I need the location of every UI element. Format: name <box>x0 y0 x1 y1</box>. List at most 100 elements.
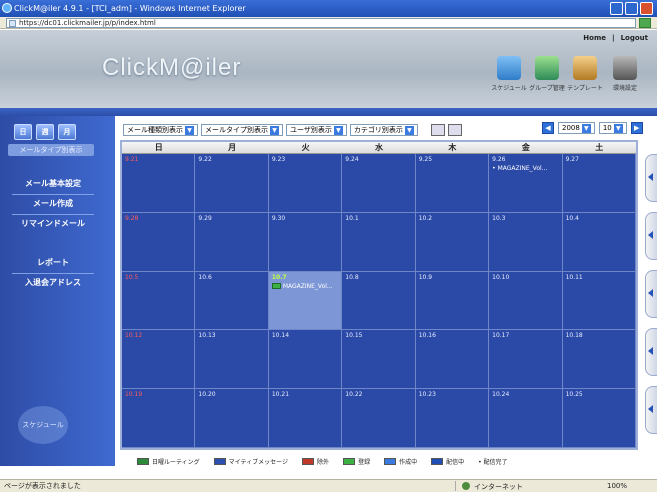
calendar-date: 10.7 <box>271 273 287 281</box>
calendar-day[interactable]: 10.15 <box>342 330 416 390</box>
calendar-day[interactable]: 10.3 <box>489 212 563 272</box>
calendar-day[interactable]: 9.21 <box>122 154 196 213</box>
ie-icon <box>2 3 12 13</box>
calendar-day[interactable]: 9.29 <box>195 212 269 272</box>
header-schedule[interactable]: スケジュール <box>490 56 528 92</box>
calendar-day[interactable]: 10.18 <box>562 330 636 390</box>
calendar-day[interactable]: 10.21 <box>268 389 343 448</box>
next-month-button[interactable]: ▶ <box>630 122 643 134</box>
calendar-day[interactable]: 10.14 <box>268 330 343 390</box>
calendar-day[interactable]: 10.20 <box>195 389 269 448</box>
maximize-button[interactable] <box>625 2 638 15</box>
minimize-button[interactable] <box>610 2 623 15</box>
weekday-sun: 日 <box>154 143 163 152</box>
sidebar-active-tab[interactable]: メールタイプ別表示 <box>8 144 94 156</box>
calendar-day[interactable]: 10.13 <box>195 330 269 390</box>
calendar-event-title: • MAGAZINE_Vol... <box>492 165 548 172</box>
zoom-level[interactable]: 100% <box>607 480 627 492</box>
calendar-day[interactable]: 10.12 <box>122 330 196 390</box>
header-template-label: テンプレート <box>567 85 603 92</box>
header-template[interactable]: テンプレート <box>566 56 604 92</box>
group-icon <box>535 56 559 80</box>
calendar-date: 10.16 <box>418 332 436 340</box>
window-titlebar: ClickM@iler 4.9.1 - [TCI_adm] - Windows … <box>0 0 657 17</box>
calendar-day[interactable]: 10.1 <box>342 212 416 272</box>
sidebar-item-mail-create[interactable]: メール作成 <box>12 198 94 210</box>
calendar-event[interactable]: • MAGAZINE_Vol... <box>492 165 558 172</box>
calendar-date: 9.26 <box>492 156 506 163</box>
calendar-day[interactable]: 10.16 <box>415 330 490 390</box>
calendar-day[interactable]: 9.26 • MAGAZINE_Vol... <box>489 154 563 213</box>
calendar-day[interactable]: 10.9 <box>415 271 490 331</box>
header-settings[interactable]: 環境設定 <box>606 56 644 92</box>
chart-icon[interactable] <box>430 124 445 136</box>
month-select[interactable]: 10 ▼ <box>598 122 627 134</box>
url-field[interactable]: https://dc01.clickmailer.jp/p/index.html <box>6 18 636 28</box>
logout-link[interactable]: Logout <box>621 34 648 42</box>
calendar-day[interactable]: 10.8 <box>342 271 416 331</box>
arrow-left-icon <box>648 231 653 239</box>
sidebar-item-report[interactable]: レポート <box>12 257 94 269</box>
calendar-date: 10.10 <box>492 273 510 281</box>
schedule-icon <box>497 56 521 80</box>
week-tab[interactable] <box>645 328 657 376</box>
month-view-icon[interactable]: 月 <box>58 124 76 140</box>
calendar-day[interactable]: 10.7 MAGAZINE_Vol... <box>268 271 343 331</box>
globe-icon <box>462 482 470 490</box>
app-header: Home | Logout ClickM@iler スケジュール グループ管理 テン… <box>0 30 657 108</box>
legend-swatch <box>343 458 356 465</box>
calendar-day[interactable]: 10.10 <box>489 271 563 331</box>
filter-mail-kind[interactable]: メール種類別表示 ▼ <box>123 124 198 136</box>
calendar-day[interactable]: 10.19 <box>122 389 196 448</box>
calendar-day[interactable]: 10.2 <box>415 212 490 272</box>
week-tabs <box>645 154 657 454</box>
sidebar-view-switch: 日 週 月 <box>14 124 76 140</box>
calendar-day[interactable]: 9.23 <box>268 154 343 213</box>
calendar-day[interactable]: 9.28 <box>122 212 196 272</box>
calendar-day[interactable]: 9.22 <box>195 154 269 213</box>
template-icon <box>573 56 597 80</box>
filter-category[interactable]: カテゴリ別表示 ▼ <box>349 124 418 136</box>
calendar-day[interactable]: 10.5 <box>122 271 196 331</box>
header-group-label: グループ管理 <box>529 85 565 92</box>
sidebar-schedule-badge[interactable]: スケジュール <box>18 406 68 444</box>
close-button[interactable] <box>640 2 653 15</box>
legend-swatch <box>302 458 315 465</box>
calendar-day[interactable]: 9.30 <box>268 212 343 272</box>
legend-item: マイティブメッセージ <box>213 457 288 466</box>
legend-swatch <box>137 458 149 465</box>
list-icon[interactable] <box>447 124 462 136</box>
week-tab[interactable] <box>645 154 657 202</box>
sidebar-item-addresses[interactable]: 入退会アドレス <box>12 277 94 289</box>
sidebar-item-remind-mail[interactable]: リマインドメール <box>12 218 94 230</box>
home-link[interactable]: Home <box>583 34 606 42</box>
chevron-down-icon: ▼ <box>333 125 343 135</box>
year-select[interactable]: 2008 ▼ <box>558 122 595 134</box>
status-text: ページが表示されました <box>4 482 81 490</box>
filter-mail-type[interactable]: メールタイプ別表示 ▼ <box>201 124 283 136</box>
legend: 日曜ルーティング マイティブメッセージ 除外 登録 作成中 配信中 • 配信完了 <box>137 457 508 466</box>
prev-month-button[interactable]: ◀ <box>542 122 554 134</box>
go-icon[interactable] <box>639 18 651 28</box>
week-view-icon[interactable]: 週 <box>36 124 54 140</box>
calendar-day[interactable]: 10.25 <box>562 389 636 448</box>
header-group[interactable]: グループ管理 <box>528 56 566 92</box>
filter-user[interactable]: ユーザ別表示 ▼ <box>286 124 347 136</box>
week-tab[interactable] <box>645 270 657 318</box>
calendar-day[interactable]: 9.25 <box>415 154 490 213</box>
calendar-date: 10.12 <box>125 332 143 340</box>
calendar-day[interactable]: 10.17 <box>489 330 563 390</box>
calendar-day[interactable]: 10.23 <box>415 389 490 448</box>
calendar-event[interactable]: MAGAZINE_Vol... <box>271 283 338 290</box>
sidebar-item-mail-settings[interactable]: メール基本設定 <box>12 178 94 190</box>
calendar-day[interactable]: 9.24 <box>342 154 416 213</box>
week-tab[interactable] <box>645 386 657 434</box>
calendar-day[interactable]: 10.22 <box>342 389 416 448</box>
calendar-day[interactable]: 10.24 <box>489 389 563 448</box>
calendar-day[interactable]: 9.27 <box>562 154 636 213</box>
calendar-day[interactable]: 10.6 <box>195 271 269 331</box>
calendar-day[interactable]: 10.4 <box>562 212 636 272</box>
calendar-day[interactable]: 10.11 <box>562 271 636 331</box>
day-view-icon[interactable]: 日 <box>14 124 32 140</box>
week-tab[interactable] <box>645 212 657 260</box>
